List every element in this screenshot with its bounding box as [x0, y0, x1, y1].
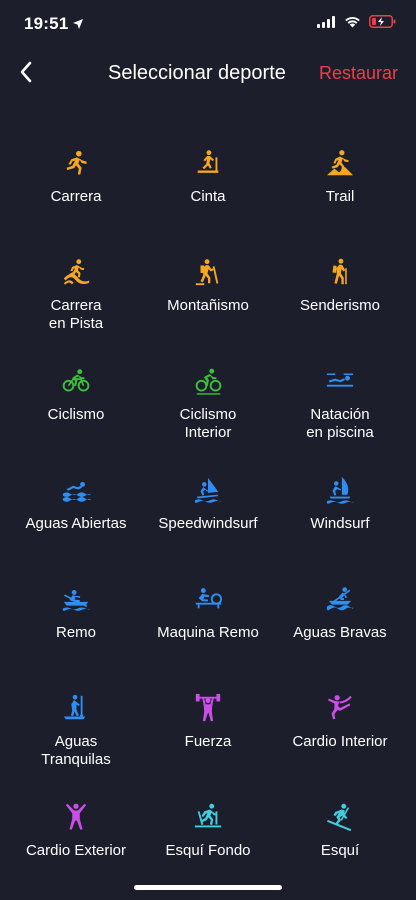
sport-item-trail[interactable]: Trail: [274, 128, 406, 237]
sport-label: Montañismo: [167, 297, 249, 314]
battery-low-charging-icon: [369, 15, 396, 33]
sport-label: Natación en piscina: [306, 406, 374, 441]
sport-label: Carrera en Pista: [48, 297, 104, 332]
page-title: Seleccionar deporte: [108, 62, 286, 84]
sport-item-esqui[interactable]: Esquí: [274, 782, 406, 891]
sport-item-ciclismo[interactable]: Ciclismo: [10, 346, 142, 455]
sport-label: Aguas Bravas: [293, 624, 387, 641]
back-button[interactable]: [10, 56, 42, 92]
sport-item-remo[interactable]: Remo: [10, 564, 142, 673]
status-indicators: [317, 15, 396, 33]
sport-label: Ciclismo Interior: [179, 406, 237, 441]
sport-label: Esquí: [320, 842, 360, 859]
wifi-icon: [344, 15, 361, 33]
status-bar: 19:51: [0, 0, 416, 50]
status-time-text: 19:51: [24, 14, 69, 33]
open-water-swimming-icon: [60, 474, 92, 506]
sport-item-carrera-en-pista[interactable]: Carrera en Pista: [10, 237, 142, 346]
nav-bar: Seleccionar deporte Restaurar: [0, 52, 416, 96]
home-indicator[interactable]: [134, 885, 282, 890]
sport-label: Remo: [55, 624, 96, 641]
cycling-icon: [60, 365, 92, 397]
sport-item-maquina-remo[interactable]: Maquina Remo: [142, 564, 274, 673]
sport-label: Fuerza: [184, 733, 232, 750]
sport-item-ciclismo-interior[interactable]: Ciclismo Interior: [142, 346, 274, 455]
sport-item-windsurf[interactable]: Windsurf: [274, 455, 406, 564]
rowing-machine-icon: [192, 583, 224, 615]
weightlifting-icon: [192, 692, 224, 724]
sport-item-esqui-fondo[interactable]: Esquí Fondo: [142, 782, 274, 891]
sport-item-cinta[interactable]: Cinta: [142, 128, 274, 237]
sport-item-senderismo[interactable]: Senderismo: [274, 237, 406, 346]
sport-label: Ciclismo: [47, 406, 105, 423]
sport-label: Esquí Fondo: [165, 842, 251, 859]
hiking-icon: [324, 256, 356, 288]
sport-label: Windsurf: [310, 515, 370, 532]
restore-button[interactable]: Restaurar: [319, 63, 398, 84]
sport-item-speedwindsurf[interactable]: Speedwindsurf: [142, 455, 274, 564]
sport-label: Maquina Remo: [157, 624, 259, 641]
paddleboard-icon: [60, 692, 92, 724]
sport-item-cardio-interior[interactable]: Cardio Interior: [274, 673, 406, 782]
sport-label: Carrera: [50, 188, 102, 205]
sport-label: Trail: [325, 188, 355, 205]
whitewater-icon: [324, 583, 356, 615]
sport-label: Cardio Interior: [292, 733, 388, 750]
rowing-icon: [60, 583, 92, 615]
sport-label: Senderismo: [299, 297, 381, 314]
sport-label: Aguas Tranquilas: [41, 733, 111, 768]
sport-item-montanismo[interactable]: Montañismo: [142, 237, 274, 346]
trail-running-icon: [324, 147, 356, 179]
status-time: 19:51: [24, 14, 84, 34]
chevron-left-icon: [19, 61, 33, 88]
sport-label: Cinta: [190, 188, 226, 205]
speed-windsurf-icon: [192, 474, 224, 506]
treadmill-icon: [192, 147, 224, 179]
windsurf-icon: [324, 474, 356, 506]
sport-item-aguas-abiertas[interactable]: Aguas Abiertas: [10, 455, 142, 564]
track-running-icon: [60, 256, 92, 288]
indoor-cardio-icon: [324, 692, 356, 724]
indoor-cycling-icon: [192, 365, 224, 397]
sports-grid: Carrera Cinta Trail Carrera en Pista Montañi…: [10, 128, 406, 891]
pool-swimming-icon: [324, 365, 356, 397]
sport-item-carrera[interactable]: Carrera: [10, 128, 142, 237]
sport-item-aguas-tranquilas[interactable]: Aguas Tranquilas: [10, 673, 142, 782]
sport-label: Cardio Exterior: [25, 842, 127, 859]
ski-icon: [324, 801, 356, 833]
location-arrow-icon: [72, 18, 84, 30]
mountaineering-icon: [192, 256, 224, 288]
outdoor-cardio-icon: [60, 801, 92, 833]
sport-label: Aguas Abiertas: [25, 515, 127, 532]
sport-item-fuerza[interactable]: Fuerza: [142, 673, 274, 782]
cellular-signal-icon: [317, 15, 336, 33]
sport-item-natacion-en-piscina[interactable]: Natación en piscina: [274, 346, 406, 455]
running-icon: [60, 147, 92, 179]
sport-item-aguas-bravas[interactable]: Aguas Bravas: [274, 564, 406, 673]
cross-country-ski-icon: [192, 801, 224, 833]
sport-item-cardio-exterior[interactable]: Cardio Exterior: [10, 782, 142, 891]
sport-label: Speedwindsurf: [158, 515, 258, 532]
